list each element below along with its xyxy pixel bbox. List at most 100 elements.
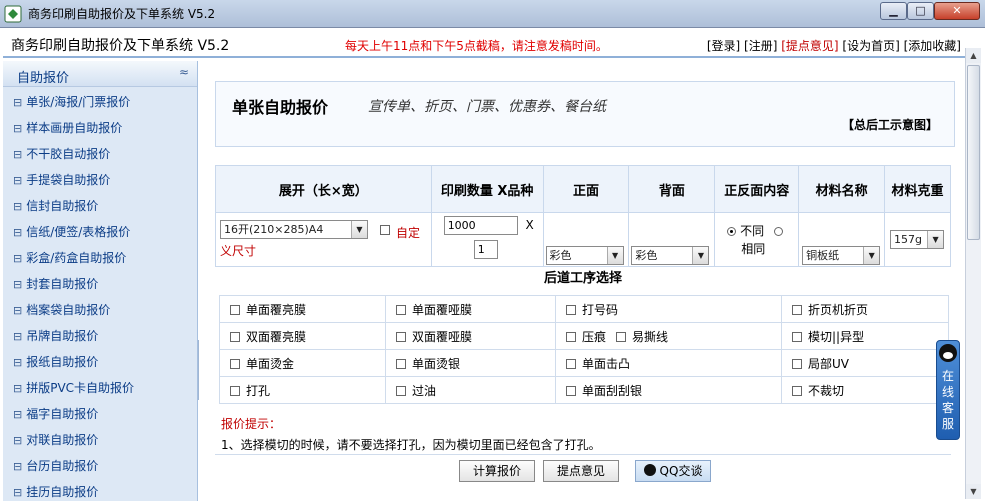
weight-cell: 157g ▼ [884, 212, 951, 267]
scroll-down-icon[interactable]: ▼ [966, 484, 981, 499]
sidebar-item[interactable]: ⊟ 挂历自助报价 [13, 483, 98, 501]
quantity-input[interactable]: 1000 [443, 216, 518, 235]
option-cell[interactable]: 单面覆哑膜 [385, 295, 556, 323]
deadline-notice: 每天上午11点和下午5点截稿，请注意发稿时间。 [345, 39, 608, 53]
option-cell[interactable]: 打孔 [219, 376, 386, 404]
sidebar-item[interactable]: ⊟ 吊牌自助报价 [13, 327, 98, 351]
page-header: 商务印刷自助报价及下单系统 V5.2 每天上午11点和下午5点截稿，请注意发稿时… [3, 30, 965, 58]
button-row: 计算报价 提点意见 QQ交谈 [215, 454, 951, 486]
sidebar-item[interactable]: ⊟ 信纸/便签/表格报价 [13, 223, 130, 247]
online-service-widget[interactable]: 在线客服 [936, 340, 960, 440]
window-title: 商务印刷自助报价及下单系统 V5.2 [28, 7, 216, 21]
feedback-link[interactable]: [提点意见] [781, 39, 838, 53]
minimize-button[interactable]: ▁ [880, 2, 907, 20]
page-subtitle: 宣传单、折页、门票、优惠券、餐台纸 [368, 99, 606, 115]
set-homepage-link[interactable]: [设为首页] [842, 39, 899, 53]
option-checkbox[interactable] [792, 359, 802, 369]
page-title: 单张自助报价 [232, 98, 329, 117]
scroll-up-icon[interactable]: ▲ [966, 48, 981, 63]
option-checkbox[interactable] [616, 332, 627, 342]
quantity-cell: 1000 X 1 [430, 212, 544, 267]
title-bar: 商务印刷自助报价及下单系统 V5.2 ▁ □ ✕ [0, 0, 985, 28]
vertical-scrollbar[interactable]: ▲ ▼ [965, 48, 981, 499]
kinds-input[interactable]: 1 [473, 240, 498, 259]
maximize-button[interactable]: □ [907, 2, 934, 20]
qq-chat-button[interactable]: QQ交谈 [635, 460, 711, 482]
material-select[interactable]: 铜板纸 ▼ [802, 246, 881, 265]
option-checkbox[interactable] [230, 386, 240, 396]
sidebar-item[interactable]: ⊟ 福字自助报价 [13, 405, 98, 429]
option-checkbox[interactable] [566, 359, 576, 369]
sidebar-item[interactable]: ⊟ 信封自助报价 [13, 197, 98, 221]
header-weight: 材料克重 [884, 165, 951, 213]
option-cell[interactable]: 打号码 [555, 295, 782, 323]
online-service-label: 在线客服 [941, 369, 954, 431]
back-cell: 彩色 ▼ [628, 212, 716, 267]
option-cell[interactable]: 单面击凸 [555, 349, 782, 377]
sidebar-item[interactable]: ⊟ 不干胶自动报价 [13, 145, 110, 169]
minus-box-icon: ⊟ [13, 330, 23, 343]
minus-box-icon: ⊟ [13, 200, 23, 213]
option-cell[interactable]: 单面刮刮银 [555, 376, 782, 404]
option-cell[interactable]: 过油 [385, 376, 556, 404]
option-cell[interactable]: 单面烫金 [219, 349, 386, 377]
option-checkbox[interactable] [230, 305, 240, 315]
option-checkbox[interactable] [566, 305, 576, 315]
option-checkbox[interactable] [396, 386, 406, 396]
minus-box-icon: ⊟ [13, 356, 23, 369]
radio-different[interactable] [727, 227, 737, 236]
option-checkbox[interactable] [230, 359, 240, 369]
feedback-button[interactable]: 提点意见 [543, 460, 619, 482]
radio-same[interactable] [773, 227, 783, 236]
register-link[interactable]: [注册] [744, 39, 777, 53]
app-title: 商务印刷自助报价及下单系统 V5.2 [11, 38, 230, 54]
option-cell[interactable]: 单面覆亮膜 [219, 295, 386, 323]
option-cell[interactable]: 折页机折页 [781, 295, 949, 323]
option-checkbox[interactable] [396, 332, 406, 342]
radio-same-label: 相同 [741, 242, 766, 256]
option-cell[interactable]: 不裁切 [781, 376, 949, 404]
dropdown-arrow-icon: ▼ [863, 247, 880, 264]
sidebar-header[interactable]: 自助报价 ≈ [3, 61, 197, 87]
post-process-table: 单面覆亮膜 单面覆哑膜 打号码 折页机折页 双面覆亮膜 双面覆哑膜 压痕 易撕线 … [219, 295, 949, 404]
weight-select[interactable]: 157g ▼ [890, 230, 945, 249]
login-link[interactable]: [登录] [707, 39, 740, 53]
calc-quote-button[interactable]: 计算报价 [459, 460, 535, 482]
header-back: 背面 [628, 165, 716, 213]
option-checkbox[interactable] [396, 359, 406, 369]
option-checkbox[interactable] [792, 305, 802, 315]
sidebar-item[interactable]: ⊟ 档案袋自助报价 [13, 301, 110, 325]
collapse-icon[interactable]: ≈ [179, 65, 189, 79]
sidebar-item[interactable]: ⊟ 对联自助报价 [13, 431, 98, 455]
sidebar-item[interactable]: ⊟ 单张/海报/门票报价 [13, 93, 130, 117]
sidebar-item[interactable]: ⊟ 拼版PVC卡自助报价 [13, 379, 134, 403]
option-cell[interactable]: 局部UV [781, 349, 949, 377]
option-checkbox[interactable] [792, 332, 802, 342]
option-checkbox[interactable] [566, 386, 576, 396]
option-checkbox[interactable] [396, 305, 406, 315]
option-checkbox[interactable] [230, 332, 240, 342]
option-cell[interactable]: 模切||异型 [781, 322, 949, 350]
quote-form-table: 展开（长×宽） 印刷数量 X品种 正面 背面 正反面内容 材料名称 材料克重 1… [215, 165, 951, 267]
option-cell[interactable]: 单面烫银 [385, 349, 556, 377]
sidebar-item[interactable]: ⊟ 彩盒/药盒自助报价 [13, 249, 126, 273]
option-cell[interactable]: 双面覆哑膜 [385, 322, 556, 350]
sidebar-item[interactable]: ⊟ 封套自助报价 [13, 275, 98, 299]
scroll-thumb[interactable] [967, 65, 980, 240]
sidebar-item[interactable]: ⊟ 报纸自助报价 [13, 353, 98, 377]
close-button[interactable]: ✕ [934, 2, 980, 20]
front-color-select[interactable]: 彩色 ▼ [545, 246, 624, 265]
option-checkbox[interactable] [566, 332, 576, 342]
option-cell[interactable]: 双面覆亮膜 [219, 322, 386, 350]
minus-box-icon: ⊟ [13, 408, 23, 421]
sidebar-item[interactable]: ⊟ 台历自助报价 [13, 457, 98, 481]
minus-box-icon: ⊟ [13, 252, 23, 265]
header-content: 正反面内容 [714, 165, 800, 213]
process-diagram-link[interactable]: 【总后工示意图】 [842, 116, 938, 133]
option-cell[interactable]: 压痕 易撕线 [555, 322, 782, 350]
add-favorite-link[interactable]: [添加收藏] [904, 39, 961, 53]
sidebar-item[interactable]: ⊟ 样本画册自助报价 [13, 119, 122, 143]
back-color-select[interactable]: 彩色 ▼ [631, 246, 710, 265]
option-checkbox[interactable] [792, 386, 802, 396]
sidebar-item[interactable]: ⊟ 手提袋自助报价 [13, 171, 110, 195]
